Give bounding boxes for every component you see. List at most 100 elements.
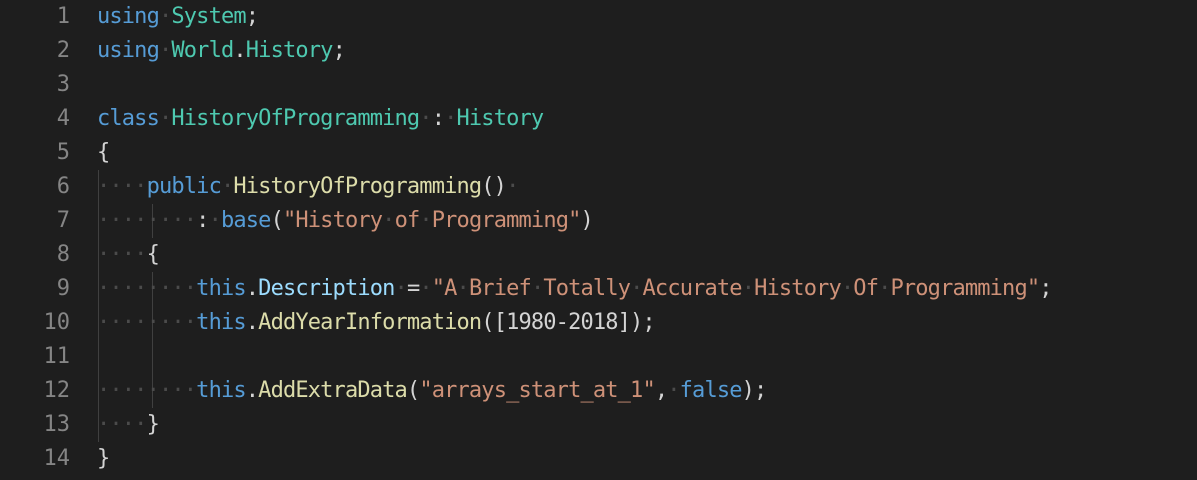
code-editor[interactable]: 1 2 3 4 5 6 7 8 9 10 11 12 13 14 using·System; using·W… bbox=[0, 0, 1197, 480]
code-line[interactable]: ····} bbox=[97, 408, 160, 442]
whitespace-marker: ···· bbox=[97, 242, 147, 267]
line-number: 7 bbox=[56, 208, 70, 233]
line-number: 2 bbox=[56, 38, 70, 63]
code-token: Of bbox=[853, 276, 879, 301]
code-line[interactable]: } bbox=[97, 442, 110, 476]
line-number: 13 bbox=[43, 412, 71, 437]
code-token: this bbox=[196, 378, 246, 403]
code-token: () bbox=[481, 174, 507, 199]
code-token: of bbox=[394, 208, 421, 233]
code-line[interactable]: ····{ bbox=[97, 238, 160, 272]
line-number: 4 bbox=[56, 106, 70, 131]
line-number: 11 bbox=[43, 344, 71, 369]
code-token: this bbox=[196, 276, 246, 301]
whitespace-marker: · bbox=[456, 276, 470, 301]
code-token: Brief bbox=[468, 276, 532, 301]
line-number: 8 bbox=[56, 242, 70, 267]
code-token: HistoryOfProgramming bbox=[233, 174, 482, 199]
code-token: ; bbox=[245, 4, 259, 29]
whitespace-marker: · bbox=[530, 276, 544, 301]
code-token: base bbox=[220, 208, 271, 233]
code-line[interactable]: ········:·base("History·of·Programming") bbox=[97, 204, 594, 238]
line-number: 9 bbox=[56, 276, 70, 301]
code-token: System bbox=[171, 4, 246, 29]
code-line[interactable]: using·World.History; bbox=[97, 34, 346, 68]
code-token: Accurate bbox=[642, 276, 743, 301]
code-token: Totally bbox=[543, 276, 631, 301]
whitespace-marker: · bbox=[630, 276, 643, 301]
code-token: = bbox=[406, 276, 420, 301]
code-token: History bbox=[754, 276, 842, 301]
whitespace-marker: ········ bbox=[97, 378, 197, 403]
code-token: "History bbox=[282, 208, 383, 233]
code-area[interactable]: using·System; using·World.History; class·H… bbox=[97, 0, 1197, 480]
code-token: : bbox=[431, 106, 445, 131]
whitespace-marker: · bbox=[419, 106, 432, 131]
code-line[interactable]: ····public·HistoryOfProgramming()· bbox=[97, 170, 519, 204]
whitespace-marker: · bbox=[158, 38, 172, 63]
line-number: 10 bbox=[43, 310, 71, 335]
code-token: History bbox=[456, 106, 545, 131]
code-token: { bbox=[97, 140, 110, 165]
whitespace-marker: · bbox=[220, 174, 234, 199]
line-number-gutter: 1 2 3 4 5 6 7 8 9 10 11 12 13 14 bbox=[0, 0, 84, 480]
line-number: 14 bbox=[43, 446, 71, 471]
code-line[interactable]: ········this.AddYearInformation([1980-20… bbox=[97, 306, 656, 340]
whitespace-marker: · bbox=[741, 276, 755, 301]
whitespace-marker: · bbox=[382, 208, 395, 233]
whitespace-marker: ···· bbox=[97, 174, 147, 199]
whitespace-marker: ········ bbox=[97, 208, 197, 233]
whitespace-marker: · bbox=[840, 276, 854, 301]
code-token: ) bbox=[580, 208, 594, 233]
code-token: this bbox=[196, 310, 246, 335]
whitespace-marker: · bbox=[444, 106, 457, 131]
whitespace-marker: · bbox=[419, 276, 432, 301]
line-number: 12 bbox=[43, 378, 71, 403]
code-token: using bbox=[97, 38, 160, 63]
code-token: { bbox=[146, 242, 160, 267]
code-token: History bbox=[245, 38, 334, 63]
whitespace-marker: · bbox=[878, 276, 891, 301]
whitespace-marker: · bbox=[419, 208, 432, 233]
line-number: 1 bbox=[56, 4, 70, 29]
code-token: Programming" bbox=[890, 276, 1041, 301]
code-token: AddYearInformation bbox=[258, 310, 482, 335]
code-token: AddExtraData bbox=[258, 378, 408, 403]
code-token: ([1980-2018]); bbox=[481, 310, 655, 335]
code-line[interactable]: ········this.AddExtraData("arrays_start_… bbox=[97, 374, 768, 408]
whitespace-marker: ········ bbox=[97, 310, 197, 335]
code-token: . bbox=[233, 38, 246, 63]
code-token: public bbox=[146, 174, 222, 199]
whitespace-marker: · bbox=[158, 106, 172, 131]
code-token: ; bbox=[332, 38, 346, 63]
code-token: World bbox=[171, 38, 234, 63]
line-number: 5 bbox=[56, 140, 70, 165]
whitespace-marker: · bbox=[506, 174, 519, 199]
code-token: . bbox=[245, 310, 259, 335]
whitespace-marker: · bbox=[158, 4, 172, 29]
code-line[interactable]: using·System; bbox=[97, 0, 259, 34]
code-token: ); bbox=[741, 378, 768, 403]
code-token: class bbox=[97, 106, 160, 131]
code-token: . bbox=[245, 378, 259, 403]
code-token: false bbox=[679, 378, 743, 403]
code-line[interactable]: class·HistoryOfProgramming·:·History bbox=[97, 102, 545, 136]
code-token: Description bbox=[258, 276, 395, 301]
code-token: ( bbox=[270, 208, 284, 233]
line-number: 6 bbox=[56, 174, 70, 199]
code-token: HistoryOfProgramming bbox=[171, 106, 420, 131]
code-token: , bbox=[654, 378, 668, 403]
code-token: Programming" bbox=[431, 208, 582, 233]
whitespace-marker: ···· bbox=[97, 412, 147, 437]
whitespace-marker: ········ bbox=[97, 276, 197, 301]
code-token: . bbox=[245, 276, 259, 301]
code-token: } bbox=[146, 412, 160, 437]
code-line[interactable]: ········this.Description·=·"A·Brief·Tota… bbox=[97, 272, 1053, 306]
whitespace-marker: · bbox=[667, 378, 680, 403]
code-token: } bbox=[97, 446, 110, 471]
code-token: "A bbox=[431, 276, 458, 301]
code-token: ; bbox=[1039, 276, 1052, 301]
code-line[interactable]: { bbox=[97, 136, 110, 170]
code-token: "arrays_start_at_1" bbox=[419, 378, 655, 403]
line-number: 3 bbox=[56, 72, 70, 97]
